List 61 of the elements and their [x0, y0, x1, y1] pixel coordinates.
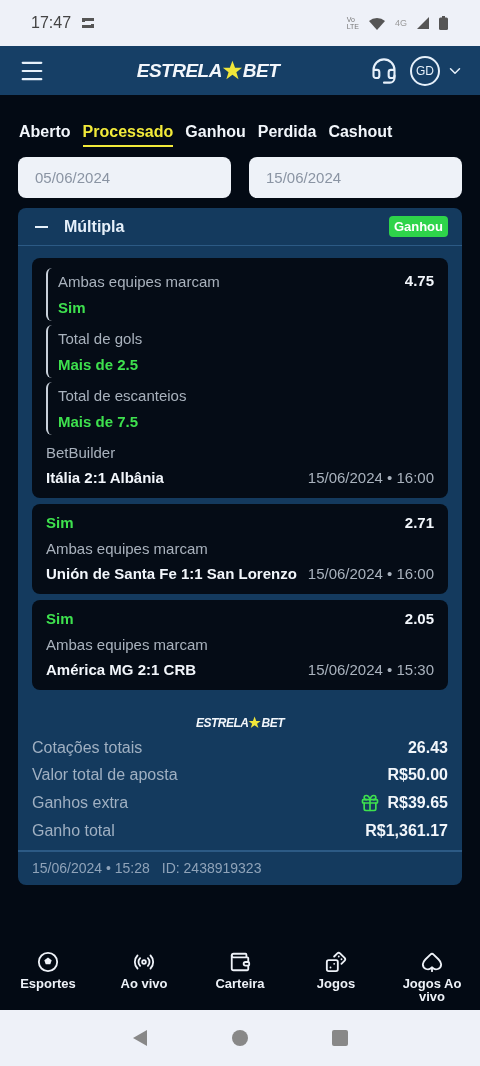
bet-type: Múltipla	[64, 217, 126, 236]
status-tab[interactable]: Aberto	[19, 123, 71, 147]
summary-value: 26.43	[407, 739, 448, 757]
status-tab[interactable]: Ganhou	[185, 123, 246, 147]
match-name: Itália 2:1 Albânia	[46, 469, 164, 486]
summary-label: Ganhos extra	[32, 794, 129, 812]
dice-icon	[325, 951, 347, 973]
pick: Mais de 7.5	[58, 413, 140, 430]
placed-datetime: 15/06/2024 • 15:28	[32, 860, 150, 876]
home-icon[interactable]	[231, 1029, 249, 1047]
pick: Mais de 2.5	[58, 356, 140, 373]
brand-logo: ESTRELA BET	[195, 716, 285, 730]
nav-item[interactable]: Carteira	[200, 951, 280, 990]
soccer-ball-icon	[37, 951, 59, 973]
match-datetime: 15/06/2024 • 16:00	[307, 469, 434, 486]
recents-icon[interactable]	[331, 1029, 349, 1047]
summary-label: Valor total de aposta	[32, 766, 178, 784]
signal-icon	[417, 17, 429, 29]
brand-logo: ESTRELA BET	[136, 59, 280, 82]
sync-icon	[81, 17, 96, 29]
pick: Sim	[58, 299, 87, 316]
match-name: América MG 2:1 CRB	[46, 661, 197, 678]
match-name: Unión de Santa Fe 1:1 San Lorenzo	[46, 565, 297, 582]
headset-icon[interactable]	[370, 56, 398, 85]
pick: Sim	[46, 514, 74, 531]
end-date-field[interactable]: 15/06/2024	[249, 157, 462, 198]
start-date-field[interactable]: 05/06/2024	[18, 157, 231, 198]
odds: 2.71	[404, 514, 434, 531]
status-tab[interactable]: Processado	[82, 123, 174, 147]
odds: 4.75	[404, 272, 434, 289]
market-name: Total de escanteios	[58, 387, 188, 404]
bet-id: ID: 2438919323	[161, 860, 262, 876]
summary-value: R$39.65	[387, 794, 448, 812]
match-datetime: 15/06/2024 • 16:00	[307, 565, 434, 582]
wifi-icon	[369, 16, 385, 30]
pick: Sim	[46, 610, 74, 627]
market-name: Ambas equipes marcam	[46, 636, 209, 653]
summary-label: Ganho total	[32, 822, 115, 840]
back-icon[interactable]	[131, 1029, 149, 1047]
user-avatar[interactable]: GD	[410, 55, 440, 86]
status-time: 17:47	[31, 14, 72, 32]
battery-icon	[439, 16, 448, 30]
status-tab[interactable]: Perdida	[257, 123, 317, 147]
market-name: Total de gols	[58, 330, 144, 347]
odds: 2.05	[404, 610, 434, 627]
nav-item[interactable]: Esportes	[8, 951, 88, 990]
status-badge: Ganhou	[388, 216, 448, 237]
match-datetime: 15/06/2024 • 15:30	[307, 661, 434, 678]
network-type: 4G	[395, 18, 407, 28]
spade-icon	[421, 951, 443, 973]
summary-value: R$1,361.17	[365, 822, 448, 840]
summary-value: R$50.00	[387, 766, 448, 784]
bet-builder-label: BetBuilder	[46, 444, 117, 461]
wallet-icon	[229, 951, 251, 973]
nav-item[interactable]: Jogos Ao vivo	[392, 951, 472, 1003]
nav-item[interactable]: Ao vivo	[104, 951, 184, 990]
market-name: Ambas equipes marcam	[46, 540, 209, 557]
summary-label: Cotações totais	[32, 739, 143, 757]
status-tab[interactable]: Cashout	[328, 123, 393, 147]
market-name: Ambas equipes marcam	[58, 273, 220, 290]
nav-item[interactable]: Jogos	[296, 951, 376, 990]
